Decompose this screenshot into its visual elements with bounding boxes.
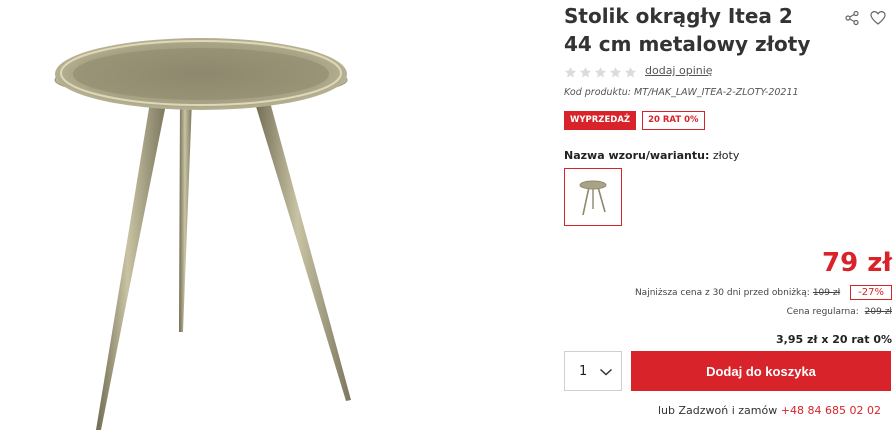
variant-thumbnail-image xyxy=(579,180,607,216)
regular-price-label: Cena regularna: xyxy=(786,307,859,317)
star-icon[interactable] xyxy=(609,64,622,78)
product-badges: WYPRZEDAŻ 20 RAT 0% xyxy=(564,111,705,130)
discount-badge: -27% xyxy=(850,285,892,300)
product-info: Stolik okrągły Itea 2 44 cm metalowy zło… xyxy=(564,0,894,440)
variant-value: złoty xyxy=(712,149,740,162)
star-icon[interactable] xyxy=(579,64,592,78)
add-to-cart-button[interactable]: Dodaj do koszyka xyxy=(631,351,891,391)
product-image[interactable] xyxy=(0,0,420,440)
share-icon[interactable] xyxy=(844,10,860,26)
lowest-price-value: 109 zł xyxy=(812,287,841,298)
rating-stars[interactable] xyxy=(564,64,637,78)
product-actions xyxy=(844,10,886,26)
installment-info: 3,95 zł x 20 rat 0% xyxy=(776,333,892,346)
product-rating: dodaj opinię xyxy=(564,64,713,78)
product-photo-table xyxy=(54,38,351,430)
installment-badge: 20 RAT 0% xyxy=(642,111,705,130)
lowest-price-label: Najniższa cena z 30 dni przed obniżką: xyxy=(634,287,810,298)
phone-order-label: lub Zadzwoń i zamów xyxy=(658,404,778,417)
add-review-link[interactable]: dodaj opinię xyxy=(645,64,713,77)
sale-badge: WYPRZEDAŻ xyxy=(564,111,637,130)
quantity-select[interactable]: 1 xyxy=(564,351,622,391)
regular-price-info: Cena regularna: 209 zł xyxy=(787,307,892,317)
phone-order-info: lub Zadzwoń i zamów +48 84 685 02 02 xyxy=(658,404,881,417)
star-icon[interactable] xyxy=(564,64,577,78)
product-code: Kod produktu: MT/HAK_LAW_ITEA-2-ZLOTY-20… xyxy=(564,87,799,98)
chevron-down-icon xyxy=(599,366,613,376)
lowest-price-info: Najniższa cena z 30 dni przed obniżką: 1… xyxy=(635,285,892,300)
phone-number-link[interactable]: +48 84 685 02 02 xyxy=(781,404,881,417)
variant-label-title: Nazwa wzoru/wariantu: xyxy=(564,149,710,162)
variant-option-zloty[interactable] xyxy=(564,168,622,226)
regular-price-value: 209 zł xyxy=(864,307,892,317)
variant-label: Nazwa wzoru/wariantu: złoty xyxy=(564,149,739,162)
current-price: 79 zł xyxy=(821,248,892,278)
product-title: Stolik okrągły Itea 2 44 cm metalowy zło… xyxy=(564,4,811,56)
heart-icon[interactable] xyxy=(870,10,886,26)
star-icon[interactable] xyxy=(624,64,637,78)
quantity-value: 1 xyxy=(579,363,588,379)
star-icon[interactable] xyxy=(594,64,607,78)
